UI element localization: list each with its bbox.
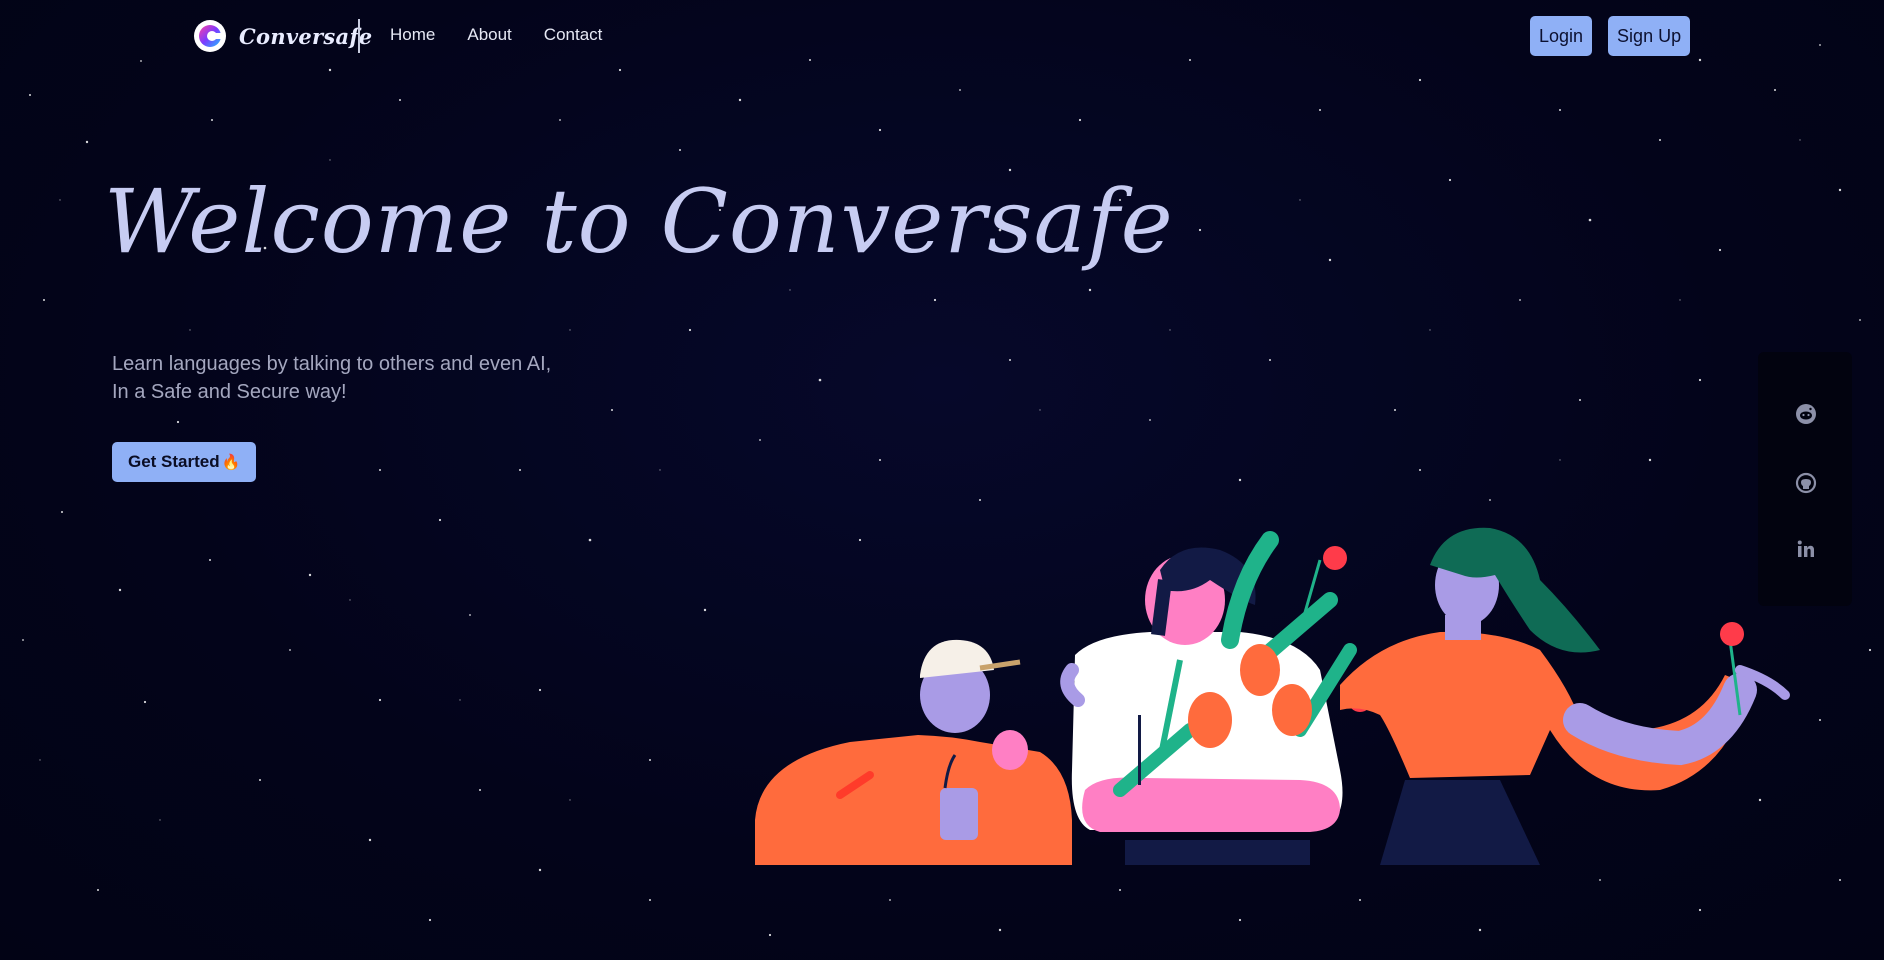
nav-divider [358, 19, 360, 53]
nav-links: Home About Contact [390, 25, 602, 45]
brand-logo[interactable]: Conversafe [193, 19, 372, 53]
top-navbar: Conversafe Home About Contact Login Sign… [0, 0, 1884, 72]
hero-title: Welcome to Conversafe [104, 170, 1174, 273]
brand-name: Conversafe [239, 23, 373, 49]
reddit-icon[interactable] [1795, 403, 1817, 425]
nav-link-contact[interactable]: Contact [544, 25, 603, 45]
nav-link-about[interactable]: About [467, 25, 511, 45]
woman-with-rose-figure [1340, 527, 1790, 865]
hero-illustration [755, 527, 1790, 865]
nav-link-home[interactable]: Home [390, 25, 435, 45]
landing-page: Conversafe Home About Contact Login Sign… [0, 0, 1884, 960]
hero-subtitle-line-2: In a Safe and Secure way! [112, 381, 347, 403]
get-started-label: Get Started [128, 452, 220, 471]
auth-buttons: Login Sign Up [1530, 16, 1691, 56]
login-button[interactable]: Login [1530, 16, 1593, 56]
hero-subtitle: Learn languages by talking to others and… [112, 350, 551, 406]
woman-with-flowers-figure [1060, 531, 1372, 865]
boy-figure [755, 639, 1072, 865]
github-icon[interactable] [1795, 472, 1817, 494]
signup-button[interactable]: Sign Up [1608, 16, 1691, 56]
fire-icon: 🔥 [221, 454, 241, 471]
logo-icon [194, 20, 226, 52]
get-started-button[interactable]: Get Started 🔥 [112, 442, 257, 482]
hero-subtitle-line-1: Learn languages by talking to others and… [112, 353, 552, 375]
